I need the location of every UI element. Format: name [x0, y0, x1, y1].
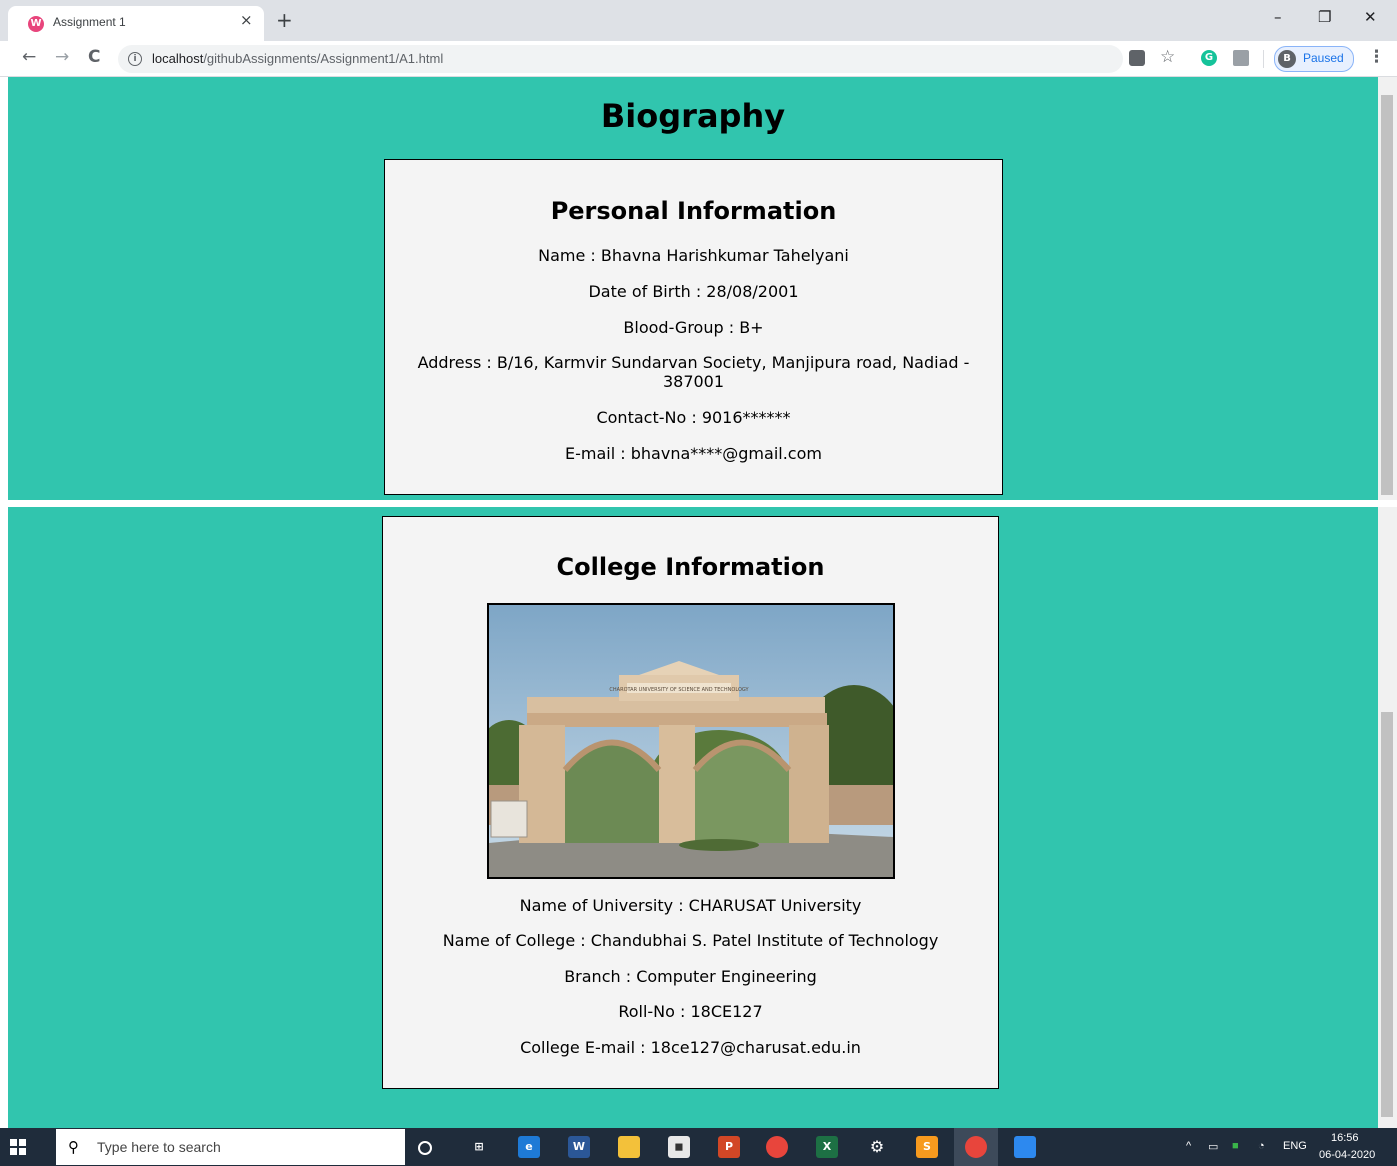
page-title: Biography	[600, 97, 786, 135]
personal-contact: Contact-No : 9016******	[596, 408, 791, 427]
toolbar-divider	[1263, 50, 1264, 68]
new-tab-button[interactable]: +	[276, 8, 293, 32]
edge-browser-icon[interactable]: e	[518, 1136, 540, 1158]
clock-date[interactable]: 06-04-2020	[1319, 1149, 1375, 1161]
chrome-icon[interactable]	[766, 1136, 788, 1158]
reload-button[interactable]: C	[88, 47, 100, 67]
scrollbar-bottom-section[interactable]	[1378, 507, 1397, 1128]
search-icon: ⚲	[68, 1138, 79, 1156]
store-icon[interactable]: ◼	[668, 1136, 690, 1158]
photos-icon[interactable]	[1014, 1136, 1036, 1158]
back-button[interactable]: ←	[22, 47, 36, 67]
college-university: Name of University : CHARUSAT University	[519, 896, 862, 915]
minimize-button[interactable]: –	[1274, 8, 1282, 26]
biography-section: Biography Personal Information Name : Bh…	[8, 77, 1378, 500]
college-gate-image: CHAROTAR UNIVERSITY OF SCIENCE AND TECHN…	[487, 603, 895, 879]
profile-status: Paused	[1303, 51, 1344, 65]
personal-info-card: Personal Information Name : Bhavna Haris…	[384, 159, 1003, 495]
page-viewport: Biography Personal Information Name : Bh…	[0, 77, 1397, 1128]
bookmark-star-icon[interactable]: ☆	[1160, 47, 1175, 67]
word-icon[interactable]: W	[568, 1136, 590, 1158]
browser-menu-icon[interactable]: ⋮	[1368, 47, 1385, 67]
college-roll-no: Roll-No : 18CE127	[618, 1002, 763, 1021]
site-info-icon[interactable]: i	[128, 52, 142, 66]
battery-icon[interactable]: ▭	[1208, 1140, 1218, 1153]
taskbar-search-input[interactable]: ⚲ Type here to search	[56, 1129, 405, 1165]
tab-title: Assignment 1	[53, 15, 126, 29]
gate-sign-text: CHAROTAR UNIVERSITY OF SCIENCE AND TECHN…	[609, 687, 749, 693]
language-indicator[interactable]: ENG	[1283, 1140, 1307, 1152]
profile-button[interactable]: B Paused	[1274, 46, 1354, 72]
college-branch: Branch : Computer Engineering	[564, 967, 817, 986]
scrollbar-top-section[interactable]	[1378, 77, 1397, 500]
cortana-icon[interactable]	[418, 1141, 432, 1155]
windows-taskbar: ⚲ Type here to search ⊞ e W ◼ P X ⚙ S ^ …	[0, 1128, 1397, 1166]
restore-button[interactable]: ❐	[1318, 8, 1331, 26]
browser-tab[interactable]: W Assignment 1 ×	[8, 6, 264, 41]
url-host: localhost	[152, 51, 204, 66]
personal-dob: Date of Birth : 28/08/2001	[588, 282, 799, 301]
browser-tab-bar: W Assignment 1 × + – ❐ ✕	[0, 0, 1397, 41]
personal-address: Address : B/16, Karmvir Sundarvan Societ…	[417, 353, 970, 391]
college-info-heading: College Information	[556, 553, 825, 581]
chrome-profile-icon	[965, 1136, 987, 1158]
college-gate-illustration: CHAROTAR UNIVERSITY OF SCIENCE AND TECHN…	[489, 605, 893, 877]
personal-info-heading: Personal Information	[550, 197, 837, 225]
grammarly-extension-icon[interactable]: G	[1201, 50, 1217, 66]
settings-gear-icon[interactable]: ⚙	[866, 1136, 888, 1158]
browser-toolbar: ← → C i localhost/githubAssignments/Assi…	[0, 41, 1397, 77]
personal-email: E-mail : bhavna****@gmail.com	[565, 444, 822, 463]
url-path: /githubAssignments/Assignment1/A1.html	[203, 51, 444, 66]
forward-button[interactable]: →	[55, 47, 69, 67]
tab-favicon-icon: W	[28, 16, 44, 32]
address-bar[interactable]: i localhost/githubAssignments/Assignment…	[118, 45, 1123, 73]
app-tray-icon[interactable]: ■	[1232, 1140, 1239, 1152]
tab-close-icon[interactable]: ×	[240, 11, 253, 29]
college-name: Name of College : Chandubhai S. Patel In…	[442, 931, 939, 950]
clock-time[interactable]: 16:56	[1331, 1132, 1359, 1144]
url-text[interactable]: localhost/githubAssignments/Assignment1/…	[152, 51, 443, 66]
task-view-icon[interactable]: ⊞	[468, 1136, 490, 1158]
powerpoint-icon[interactable]: P	[718, 1136, 740, 1158]
windows-start-icon[interactable]	[10, 1139, 26, 1155]
show-hidden-icons-chevron-icon[interactable]: ^	[1186, 1140, 1191, 1152]
extension-icon[interactable]	[1129, 50, 1145, 66]
wifi-icon[interactable]: ◔	[1258, 1140, 1265, 1152]
personal-name: Name : Bhavna Harishkumar Tahelyani	[538, 246, 849, 265]
scrollbar-thumb[interactable]	[1381, 95, 1393, 495]
college-info-card: College Information CHAROTAR UNIVERSITY …	[382, 516, 999, 1089]
active-chrome-window[interactable]	[954, 1128, 998, 1166]
sublime-text-icon[interactable]: S	[916, 1136, 938, 1158]
college-section: College Information CHAROTAR UNIVERSITY …	[8, 507, 1378, 1128]
close-window-button[interactable]: ✕	[1364, 8, 1377, 26]
scrollbar-thumb[interactable]	[1381, 712, 1393, 1117]
college-email: College E-mail : 18ce127@charusat.edu.in	[520, 1038, 861, 1057]
search-placeholder: Type here to search	[97, 1139, 221, 1155]
avatar: B	[1278, 50, 1296, 68]
personal-blood-group: Blood-Group : B+	[623, 318, 764, 337]
extension-puzzle-icon[interactable]	[1233, 50, 1249, 66]
file-explorer-icon[interactable]	[618, 1136, 640, 1158]
excel-icon[interactable]: X	[816, 1136, 838, 1158]
